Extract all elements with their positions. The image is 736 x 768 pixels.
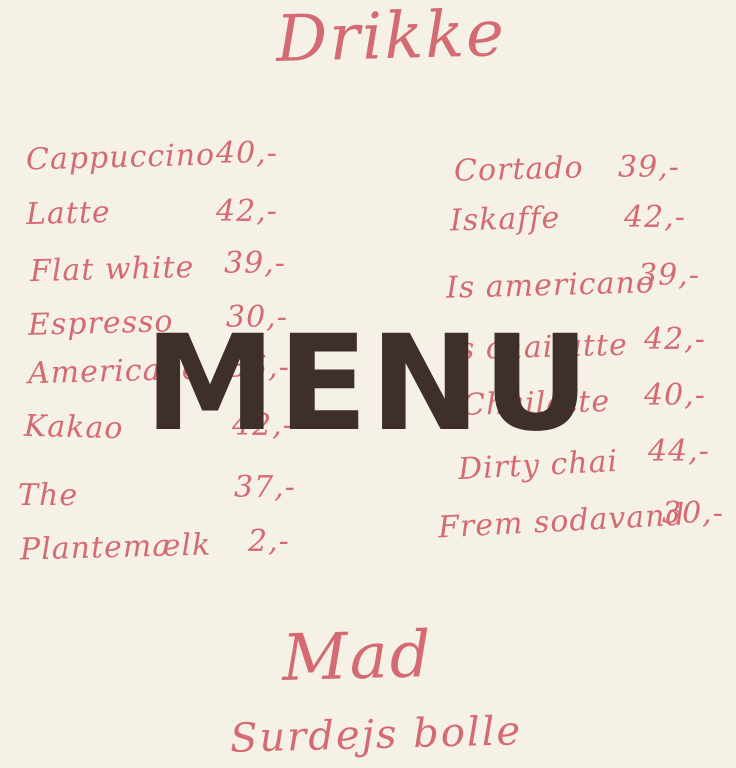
menu-overlay-title: MENU [144, 307, 592, 461]
menu-item-price: 39,- [224, 246, 286, 281]
menu-item-price: 42,- [216, 194, 278, 229]
menu-item-name: Iskaffe [449, 200, 561, 239]
menu-item-name: Latte [25, 194, 112, 233]
menu-item-name: The [18, 478, 79, 513]
menu-item-name: Cappuccino [25, 137, 216, 178]
drinks-heading: Drikke [275, 0, 507, 77]
menu-item-price: 39,- [638, 258, 700, 293]
menu-item-name: Plantemælk [19, 527, 212, 568]
menu-item-price: 37,- [234, 470, 296, 505]
menu-item-price: 42,- [624, 200, 686, 235]
food-heading: Mad [281, 618, 434, 696]
menu-item-price: 40,- [216, 136, 278, 171]
menu-item-price: 2,- [248, 524, 290, 559]
menu-item-name: Cortado [453, 150, 585, 189]
menu-item-name: Is americano [445, 265, 656, 306]
food-item-name: Surdejs bolle [229, 708, 523, 762]
menu-item-name: Frem sodavand [437, 497, 687, 546]
menu-item-price: 30,- [662, 496, 724, 531]
menu-item-price: 39,- [618, 150, 680, 185]
menu-item-name: Flat white [29, 249, 195, 290]
